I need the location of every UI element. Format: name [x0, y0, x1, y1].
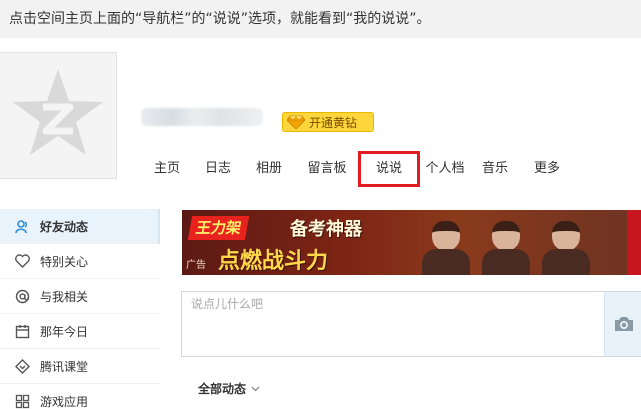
profile-header: 开通黄钻 主页 日志 相册 留言板 说说 个人档 音乐 更多	[0, 38, 641, 208]
apps-icon	[14, 393, 31, 410]
banner-slogan-bottom: 点燃战斗力	[218, 249, 329, 274]
sidebar-item-label: 腾讯课堂	[40, 359, 89, 374]
nav-blog[interactable]: 日志	[203, 154, 233, 184]
sidebar-item-mentions[interactable]: 与我相关	[0, 279, 160, 314]
ad-tag: 广告	[186, 260, 206, 271]
sidebar-item-label: 游戏应用	[40, 394, 89, 409]
avatar[interactable]	[0, 52, 117, 179]
sidebar-item-game-apps[interactable]: 游戏应用	[0, 384, 160, 410]
nav-profile[interactable]: 个人档	[424, 154, 466, 184]
feed-filter-label: 全部动态	[198, 382, 247, 396]
sidebar-item-label: 与我相关	[40, 289, 89, 304]
friends-icon	[14, 218, 31, 235]
sidebar-item-friend-feed[interactable]: 好友动态	[0, 209, 160, 244]
sidebar-item-label: 特别关心	[40, 254, 89, 269]
banner-slogan-top: 备考神器	[290, 219, 362, 240]
banner-person-image	[478, 217, 534, 275]
nav-music[interactable]: 音乐	[480, 154, 510, 184]
qzone-star-icon	[13, 69, 103, 155]
calendar-icon	[14, 323, 31, 340]
nav-home[interactable]: 主页	[150, 154, 184, 184]
sidebar-item-special-care[interactable]: 特别关心	[0, 244, 160, 279]
main-nav: 主页 日志 相册 留言板 说说 个人档 音乐 更多	[150, 151, 562, 187]
diamond-icon	[287, 115, 305, 129]
tutorial-caption: 点击空间主页上面的“导航栏”的“说说”选项，就能看到“我的说说”。	[0, 0, 641, 38]
classroom-icon	[14, 358, 31, 375]
feed-filter-dropdown[interactable]: 全部动态	[198, 380, 260, 397]
heart-icon	[14, 253, 31, 270]
open-vip-button[interactable]: 开通黄钻	[282, 112, 374, 132]
sidebar: 好友动态 特别关心 与我相关 那年今日 腾讯课堂 游戏应用	[0, 209, 160, 410]
sidebar-item-label: 那年今日	[40, 324, 89, 339]
username-blurred	[141, 108, 263, 126]
banner-brand: 王力架	[187, 216, 250, 240]
nav-more[interactable]: 更多	[532, 154, 562, 184]
nav-album[interactable]: 相册	[254, 154, 284, 184]
nav-shuoshuo[interactable]: 说说	[358, 151, 420, 187]
status-composer	[181, 291, 641, 357]
camera-icon	[614, 317, 633, 331]
banner-person-image	[538, 217, 594, 275]
ad-banner[interactable]: 王力架 备考神器 点燃战斗力 广告	[182, 210, 641, 275]
camera-button[interactable]	[604, 292, 641, 356]
nav-guestbook[interactable]: 留言板	[306, 154, 348, 184]
chevron-down-icon	[251, 386, 260, 391]
banner-edge	[627, 210, 641, 275]
at-icon	[14, 288, 31, 305]
banner-person-image	[418, 217, 474, 275]
sidebar-item-tencent-classroom[interactable]: 腾讯课堂	[0, 349, 160, 384]
sidebar-item-label: 好友动态	[40, 219, 89, 234]
sidebar-item-on-this-day[interactable]: 那年今日	[0, 314, 160, 349]
status-input[interactable]	[182, 292, 604, 356]
vip-badge-label: 开通黄钻	[309, 115, 358, 130]
